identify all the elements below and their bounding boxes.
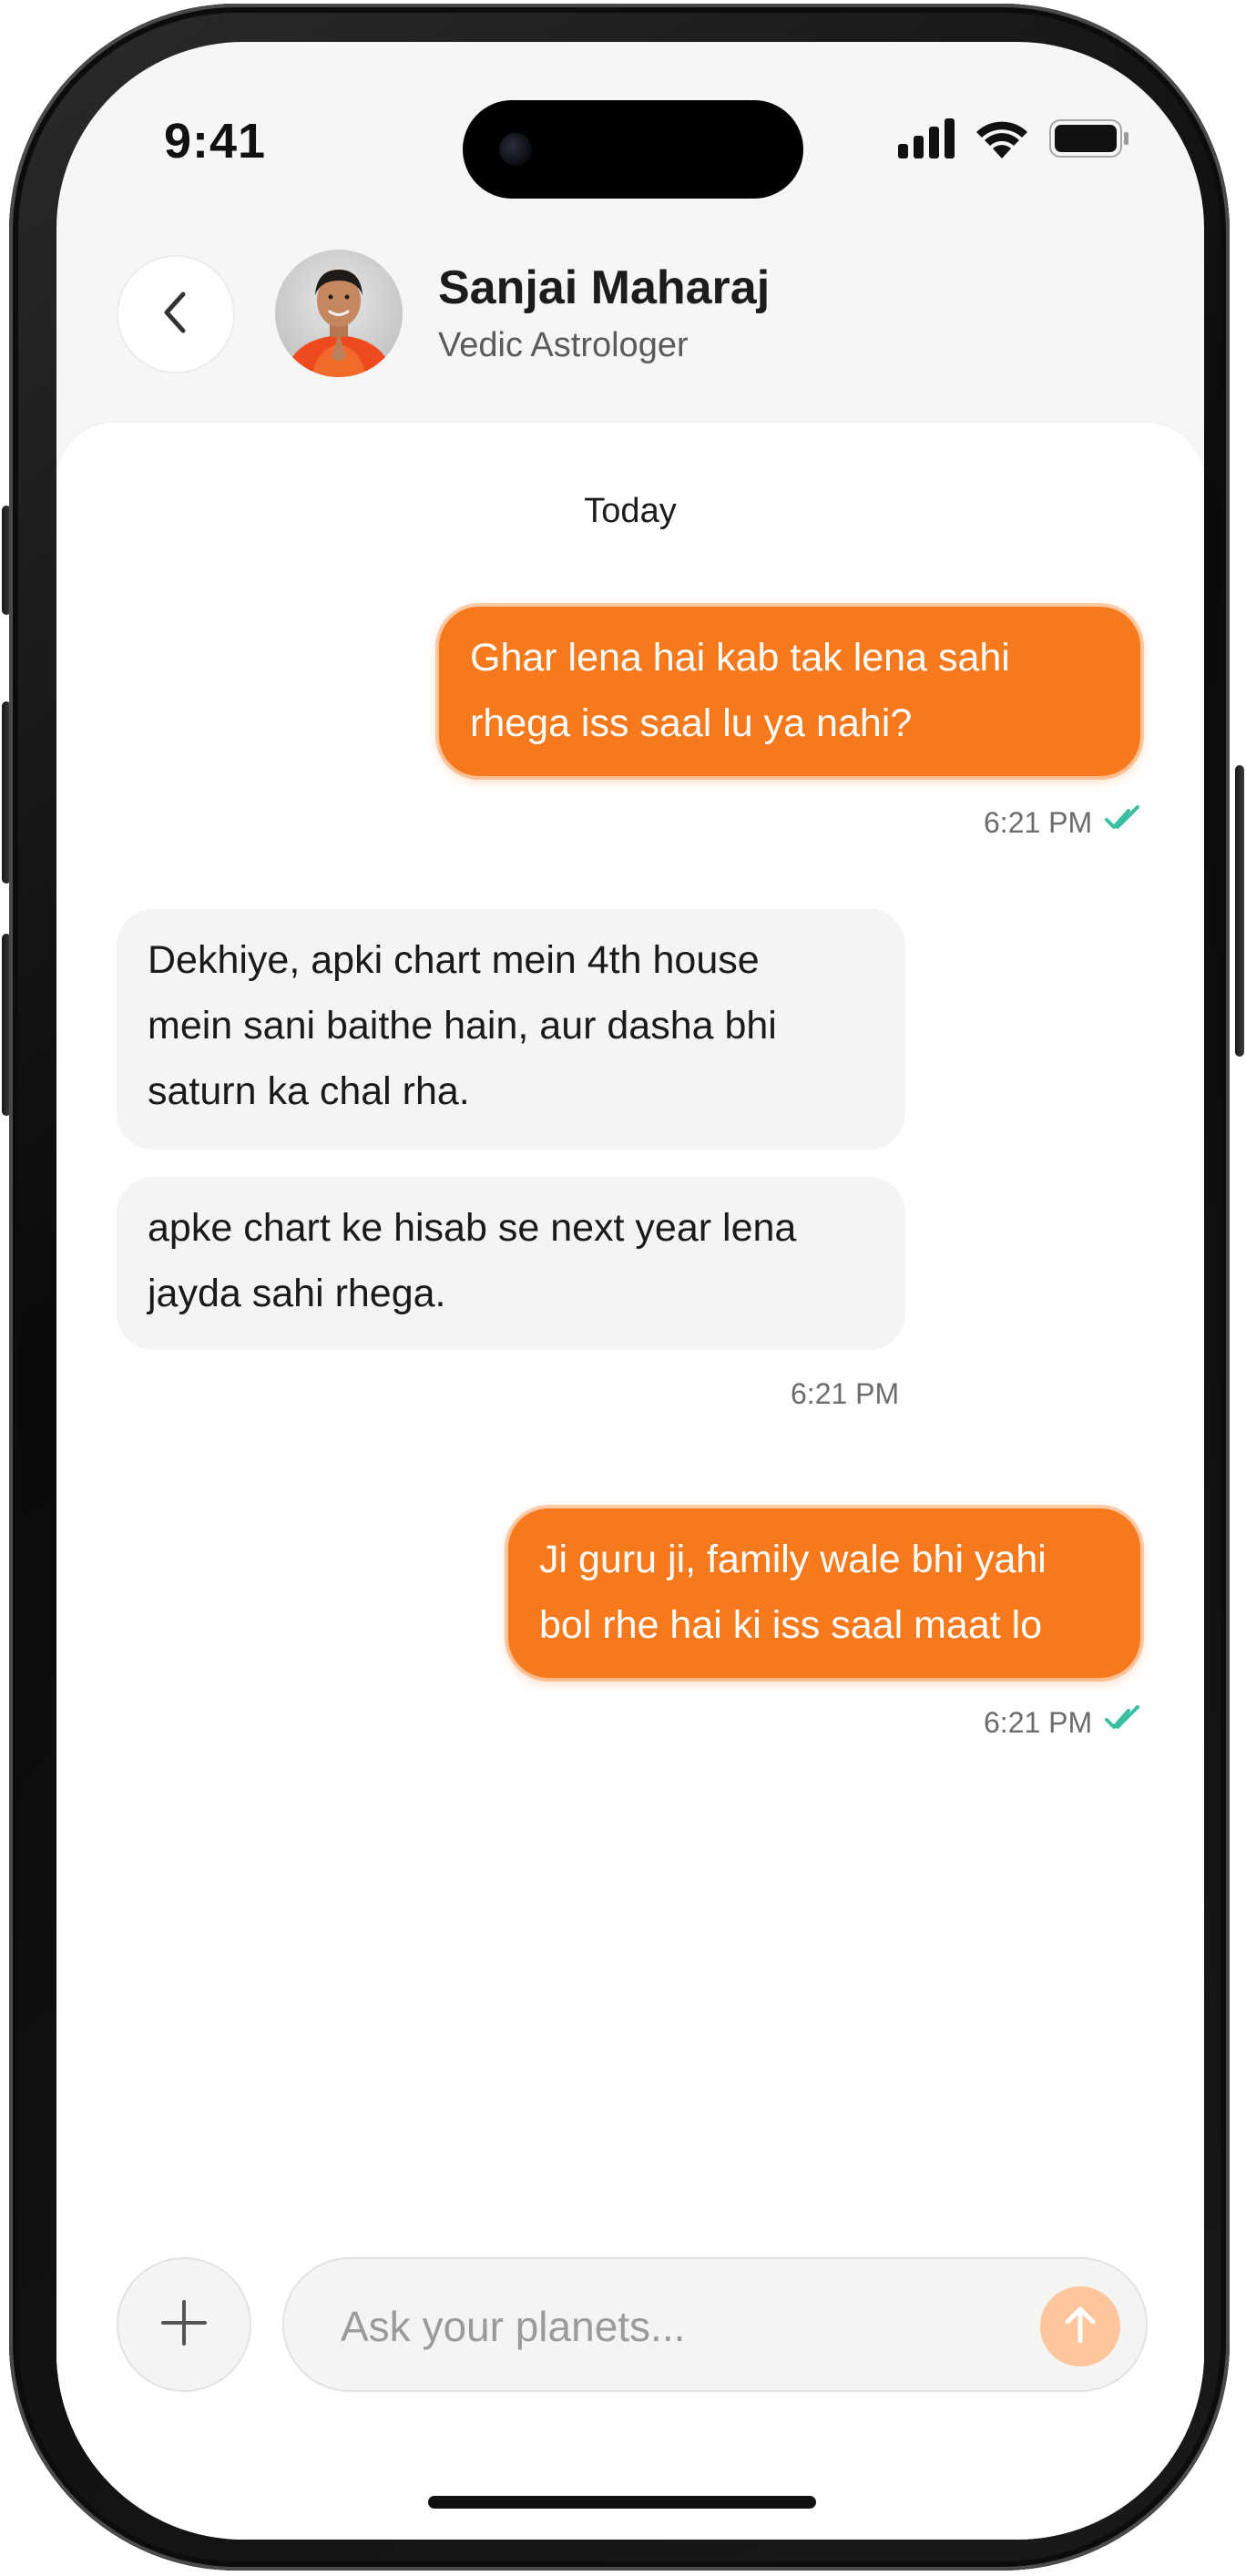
add-attachment-button[interactable]	[117, 2257, 251, 2392]
message-line: jayda sahi rhega.	[148, 1272, 446, 1315]
arrow-up-icon	[1062, 2305, 1098, 2349]
day-separator: Today	[584, 492, 677, 530]
message-time: 6:21 PM	[791, 1377, 900, 1410]
status-time: 9:41	[164, 114, 267, 169]
message-input[interactable]	[339, 2294, 1016, 2359]
contact-name: Sanjai Maharaj	[438, 261, 771, 314]
status-icons	[898, 118, 1129, 163]
message-meta: 6:21 PM	[984, 805, 1141, 840]
double-check-icon	[1105, 805, 1141, 840]
contact-role: Vedic Astrologer	[438, 326, 689, 364]
message-composer	[282, 2257, 1148, 2392]
avatar[interactable]	[275, 250, 403, 377]
outgoing-message[interactable]: Ghar lena hai kab tak lena sahi rhega is…	[439, 607, 1140, 776]
message-line: apke chart ke hisab se next year lena	[148, 1206, 797, 1250]
message-time: 6:21 PM	[984, 1705, 1093, 1739]
camera-icon	[499, 133, 532, 166]
signal-icon	[898, 118, 955, 163]
phone-frame: 9:41 Sanjai Maharaj Vedic Astrologer Tod…	[9, 4, 1230, 2571]
page: 9:41 Sanjai Maharaj Vedic Astrologer Tod…	[0, 0, 1246, 2576]
message-meta: 6:21 PM	[984, 1705, 1141, 1740]
incoming-message[interactable]: apke chart ke hisab se next year lena ja…	[117, 1177, 905, 1350]
message-line: saturn ka chal rha.	[148, 1069, 470, 1113]
message-line: Dekhiye, apki chart mein 4th house	[148, 938, 760, 982]
outgoing-message[interactable]: Ji guru ji, family wale bhi yahi bol rhe…	[508, 1508, 1140, 1678]
double-check-icon	[1105, 1705, 1141, 1740]
message-line: Ji guru ji, family wale bhi yahi	[539, 1538, 1047, 1581]
chevron-left-icon	[158, 289, 194, 341]
power-button	[1235, 765, 1244, 1057]
incoming-message[interactable]: Dekhiye, apki chart mein 4th house mein …	[117, 909, 905, 1150]
battery-icon	[1049, 119, 1129, 162]
message-line: bol rhe hai ki iss saal maat lo	[539, 1603, 1043, 1647]
message-meta: 6:21 PM	[791, 1377, 899, 1411]
plus-icon	[159, 2298, 209, 2352]
message-line: rhega iss saal lu ya nahi?	[470, 701, 913, 745]
dynamic-island	[463, 100, 803, 199]
back-button[interactable]	[117, 255, 235, 373]
wifi-icon	[975, 118, 1029, 163]
avatar-image	[275, 250, 403, 377]
message-line: Ghar lena hai kab tak lena sahi	[470, 636, 1010, 680]
message-line: mein sani baithe hain, aur dasha bhi	[148, 1004, 777, 1048]
phone-screen: 9:41 Sanjai Maharaj Vedic Astrologer Tod…	[56, 42, 1204, 2540]
send-button[interactable]	[1040, 2286, 1120, 2366]
home-indicator[interactable]	[428, 2496, 816, 2509]
message-time: 6:21 PM	[984, 805, 1093, 839]
